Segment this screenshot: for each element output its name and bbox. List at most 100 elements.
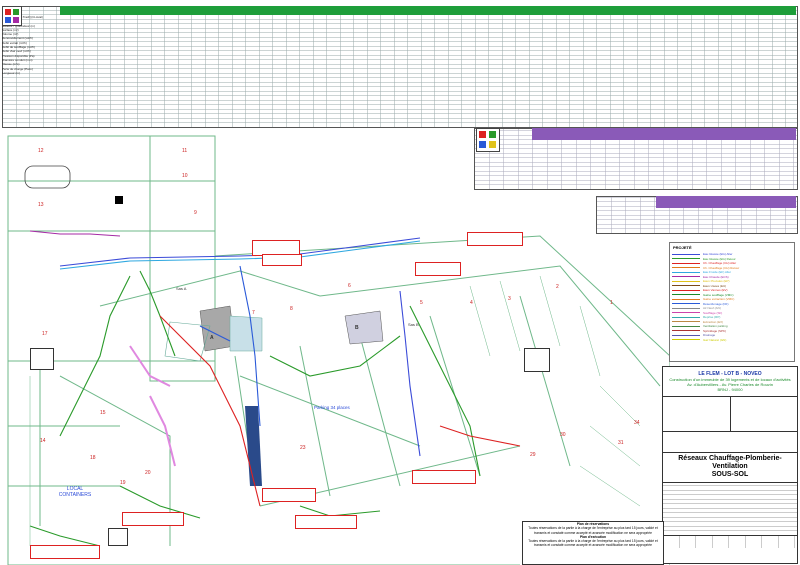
legend-swatch [672, 280, 700, 282]
sanitary-symbol-icon [30, 348, 54, 370]
legend-swatch [672, 294, 700, 296]
room-number: 19 [120, 480, 126, 486]
notes-bottom-text: Toutes réservations de la partie à la ch… [528, 539, 658, 548]
legend-swatch [672, 276, 700, 278]
legend-swatch [672, 325, 700, 327]
annotation-box [415, 262, 461, 276]
local-containers-label: LOCAL CONTAINERS [58, 486, 92, 498]
legend-swatch [672, 334, 700, 336]
room-number: 34 [634, 420, 640, 426]
annotation-box [262, 254, 302, 266]
notes-top-text: Toutes réservations de la partie à la ch… [528, 526, 658, 535]
legend-swatch [672, 267, 700, 269]
legend-label: Ventilation parking [703, 324, 728, 329]
top-data-table [2, 6, 798, 128]
room-number: 9 [194, 210, 197, 216]
revision-table [663, 482, 797, 535]
legend-label: Ch. Chauffage (CH) Aller [703, 261, 737, 266]
sheet-title-area: Réseaux Chauffage-Plomberie-Ventilation … [663, 452, 797, 479]
room-number: 29 [530, 452, 536, 458]
legend-item: Gaz Naturel (GN) [670, 338, 794, 343]
legend-label: Eau Glacée (EG) Retour [703, 256, 736, 261]
legend-label: Reprise (RP) [703, 315, 721, 320]
room-number: 8 [290, 306, 293, 312]
parking-label: Parking 34 places [314, 405, 350, 410]
legend-swatch [672, 330, 700, 332]
room-number: 10 [182, 173, 188, 179]
room-number: 15 [100, 410, 106, 416]
annotation-box [262, 488, 316, 502]
room-number: 6 [348, 283, 351, 289]
cartouche-footer [663, 535, 797, 548]
legend-label: Eaux Pluviales (EP) [703, 279, 730, 284]
annotation-box [412, 470, 476, 484]
legend-swatch [672, 316, 700, 318]
room-number: 3 [508, 296, 511, 302]
room-label-core-a: A [210, 335, 214, 341]
table-row-label: Longueur (m) [2, 70, 21, 75]
sheet-level: SOUS-SOL [711, 471, 749, 478]
sas-b-label: Sas B [408, 322, 419, 327]
legend-label: Sprinklage (SPK) [703, 328, 727, 333]
room-number: 31 [618, 440, 624, 446]
sheet-title: Réseaux Chauffage-Plomberie-Ventilation [678, 455, 782, 470]
legend-swatch [672, 298, 700, 300]
legend-swatch [672, 307, 700, 309]
sanitary-symbol-icon [524, 348, 550, 372]
legend-swatch [672, 285, 700, 287]
room-number: 4 [470, 300, 473, 306]
small-table-header [656, 196, 796, 208]
legend-panel: PROJETÉ Eau Glacée (EG) Aller Eau Glacée … [669, 242, 795, 362]
legend-label: Ch. Chauffage (CH) Retour [703, 265, 740, 270]
room-number: 11 [182, 148, 188, 154]
legend-label: Gaine extraction (VMC) [703, 297, 735, 302]
legend-items: Eau Glacée (EG) Aller Eau Glacée (EG) Ret… [670, 252, 794, 342]
room-number: 17 [42, 331, 48, 337]
legend-label: Air Neuf (AN) [703, 306, 721, 311]
legend-swatch [672, 253, 700, 255]
room-number: 14 [40, 438, 46, 444]
room-number: 18 [90, 455, 96, 461]
project-code: BRNJ - 94000 [717, 387, 743, 392]
legend-swatch [672, 258, 700, 260]
legend-label: Soufflage (SF) [703, 310, 723, 315]
annotation-box [122, 512, 184, 526]
legend-swatch [672, 289, 700, 291]
participants-grid [663, 396, 797, 431]
legend-swatch [672, 303, 700, 305]
table-header-band [60, 6, 796, 15]
annotation-box [295, 515, 357, 529]
legend-swatch [672, 312, 700, 314]
annotation-box [30, 545, 100, 559]
legend-label: Eaux Usées (EU) [703, 283, 727, 288]
legend-label: Extraction (EX) [703, 319, 724, 324]
legend-label: Désenfumage (DF) [703, 301, 729, 306]
title-block: LE FLEM - LOT B - NOVEO Construction d'u… [662, 366, 798, 564]
engineers-row [663, 431, 797, 452]
room-number: 20 [145, 470, 151, 476]
legend-label: Drainage [703, 333, 716, 338]
annotation-box [467, 232, 523, 246]
legend-label: Gaz Naturel (GN) [703, 337, 727, 342]
legend-swatch [672, 321, 700, 323]
legend-swatch [672, 262, 700, 264]
room-number: 5 [420, 300, 423, 306]
room-number: 7 [252, 310, 255, 316]
legend-label: Eau Froide (EF) Aller [703, 270, 732, 275]
floor-plan [7, 135, 670, 565]
equipment-symbol-icon [108, 528, 128, 546]
legend-label: Eau Glacée (EG) Aller [703, 252, 733, 257]
room-label-core-b: B [355, 325, 359, 331]
legend-label: Eaux Vannes (EV) [703, 288, 728, 293]
room-number: 23 [300, 445, 306, 451]
room-number: 13 [38, 202, 44, 208]
room-number: 12 [38, 148, 44, 154]
legend-swatch [672, 271, 700, 273]
legend-swatch [672, 339, 700, 341]
reservation-notes: Plan de réservations Toutes réservations… [522, 521, 664, 565]
room-number: 1 [610, 300, 613, 306]
legend-title: PROJETÉ [673, 245, 692, 250]
corner-logo-icon [2, 6, 22, 26]
legend-label: Gaine soufflage (VMC) [703, 292, 734, 297]
room-number: 2 [556, 284, 559, 290]
